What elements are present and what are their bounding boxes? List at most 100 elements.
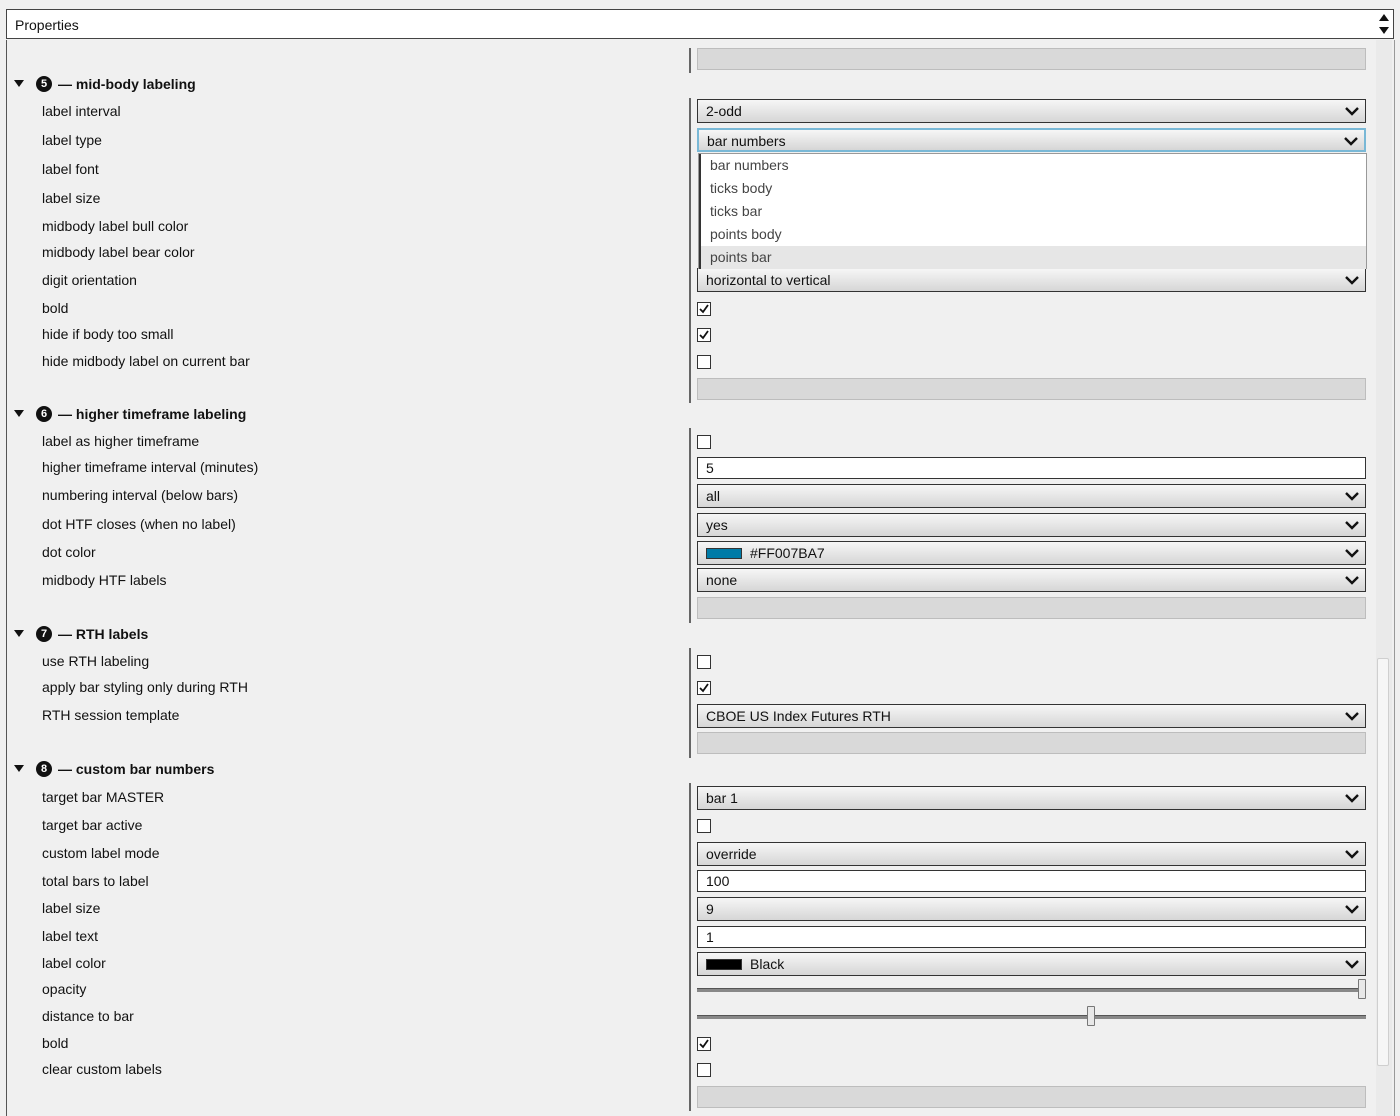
collapse-triangle-icon[interactable]	[14, 765, 24, 772]
color-swatch	[706, 548, 742, 559]
color-value: #FF007BA7	[750, 545, 825, 561]
chevron-down-icon	[1345, 850, 1359, 859]
label-color-select[interactable]: Black	[697, 952, 1366, 976]
total-bars-input[interactable]: 100	[697, 870, 1366, 892]
label-text-input[interactable]: 1	[697, 926, 1366, 948]
custom-bold-checkbox[interactable]	[697, 1037, 711, 1051]
chevron-down-icon	[1345, 492, 1359, 501]
header-scroll-arrows[interactable]	[1377, 12, 1391, 38]
property-row: bold	[0, 295, 1376, 321]
select-value: CBOE US Index Futures RTH	[706, 708, 891, 724]
dropdown-option[interactable]: points body	[699, 223, 1366, 246]
property-label: label as higher timeframe	[42, 433, 200, 449]
checkmark-icon	[699, 304, 709, 314]
select-value: bar numbers	[707, 133, 786, 149]
chevron-down-icon	[1345, 794, 1359, 803]
bold-checkbox[interactable]	[697, 302, 711, 316]
slider-track[interactable]	[697, 1015, 1366, 1019]
section-title: — custom bar numbers	[58, 761, 215, 777]
collapse-triangle-icon[interactable]	[14, 630, 24, 637]
property-label: higher timeframe interval (minutes)	[42, 459, 259, 475]
property-label: bold	[42, 1035, 69, 1051]
slider-thumb[interactable]	[1358, 979, 1366, 999]
property-row: hide midbody label on current bar	[0, 348, 1376, 374]
property-row: hide if body too small	[0, 321, 1376, 347]
opacity-slider[interactable]	[697, 979, 1366, 1001]
chevron-down-icon	[1345, 576, 1359, 585]
select-value: yes	[706, 517, 728, 533]
hide-midbody-label-checkbox[interactable]	[697, 355, 711, 369]
checkmark-icon	[699, 683, 709, 693]
empty-field	[697, 732, 1366, 754]
chevron-down-icon	[1345, 276, 1359, 285]
property-label: label type	[42, 132, 102, 148]
column-divider	[689, 48, 691, 73]
dot-color-select[interactable]: #FF007BA7	[697, 541, 1366, 565]
section-number-badge: 5	[36, 76, 52, 92]
properties-header: Properties	[6, 9, 1394, 39]
section-header-mid-body-labeling[interactable]: 5 — mid-body labeling	[0, 72, 690, 96]
scroll-down-icon[interactable]	[1379, 27, 1389, 34]
property-label: label size	[42, 190, 101, 206]
rth-session-template-select[interactable]: CBOE US Index Futures RTH	[697, 704, 1366, 728]
slider-track[interactable]	[697, 988, 1366, 992]
hide-if-body-too-small-checkbox[interactable]	[697, 328, 711, 342]
right-border	[1394, 40, 1395, 1116]
apply-bar-styling-rth-checkbox[interactable]	[697, 681, 711, 695]
chevron-down-icon	[1345, 712, 1359, 721]
chevron-down-icon	[1344, 137, 1358, 146]
property-label: dot color	[42, 544, 96, 560]
property-row: clear custom labels	[0, 1056, 1376, 1082]
digit-orientation-select[interactable]: horizontal to vertical	[697, 268, 1366, 292]
section-header-higher-timeframe-labeling[interactable]: 6 — higher timeframe labeling	[0, 402, 690, 426]
select-value: all	[706, 488, 721, 504]
property-label: label interval	[42, 103, 121, 119]
label-type-select[interactable]: bar numbers	[697, 128, 1366, 152]
label-interval-select[interactable]: 2-odd	[697, 99, 1366, 123]
property-row: bold	[0, 1030, 1376, 1056]
property-label: numbering interval (below bars)	[42, 487, 239, 503]
checkmark-icon	[699, 1039, 709, 1049]
property-label: label text	[42, 928, 99, 944]
target-bar-active-checkbox[interactable]	[697, 819, 711, 833]
input-value: 1	[706, 929, 714, 945]
property-label: apply bar styling only during RTH	[42, 679, 248, 695]
scrollbar-thumb[interactable]	[1377, 658, 1389, 1066]
custom-label-size-select[interactable]: 9	[697, 897, 1366, 921]
empty-field	[697, 378, 1366, 400]
scroll-up-icon[interactable]	[1379, 14, 1389, 21]
midbody-htf-labels-select[interactable]: none	[697, 568, 1366, 592]
target-bar-master-select[interactable]: bar 1	[697, 786, 1366, 810]
section-title: — mid-body labeling	[58, 76, 196, 92]
section-header-custom-bar-numbers[interactable]: 8 — custom bar numbers	[0, 757, 690, 781]
distance-to-bar-slider[interactable]	[697, 1006, 1366, 1028]
label-as-higher-timeframe-checkbox[interactable]	[697, 435, 711, 449]
slider-thumb[interactable]	[1087, 1006, 1095, 1026]
empty-field	[697, 1086, 1366, 1108]
select-value: 9	[706, 901, 714, 917]
label-type-dropdown[interactable]: bar numbers ticks body ticks bar points …	[698, 153, 1367, 269]
dropdown-option[interactable]: ticks bar	[699, 200, 1366, 223]
collapse-triangle-icon[interactable]	[14, 410, 24, 417]
property-label: midbody label bear color	[42, 244, 195, 260]
custom-label-mode-select[interactable]: override	[697, 842, 1366, 866]
dropdown-option[interactable]: ticks body	[699, 177, 1366, 200]
select-value: 2-odd	[706, 103, 742, 119]
section-title: — RTH labels	[58, 626, 149, 642]
dropdown-option-highlighted[interactable]: points bar	[699, 246, 1366, 269]
property-label: target bar active	[42, 817, 143, 833]
input-value: 100	[706, 873, 730, 889]
collapse-triangle-icon[interactable]	[14, 80, 24, 87]
numbering-interval-select[interactable]: all	[697, 484, 1366, 508]
property-label: clear custom labels	[42, 1061, 162, 1077]
color-swatch	[706, 959, 742, 970]
property-row: label as higher timeframe	[0, 428, 1376, 454]
dropdown-option[interactable]: bar numbers	[699, 154, 1366, 177]
use-rth-labeling-checkbox[interactable]	[697, 655, 711, 669]
clear-custom-labels-checkbox[interactable]	[697, 1063, 711, 1077]
htf-interval-input[interactable]: 5	[697, 457, 1366, 479]
dot-htf-closes-select[interactable]: yes	[697, 513, 1366, 537]
property-label: use RTH labeling	[42, 653, 150, 669]
chevron-down-icon	[1345, 905, 1359, 914]
section-header-rth-labels[interactable]: 7 — RTH labels	[0, 622, 690, 646]
